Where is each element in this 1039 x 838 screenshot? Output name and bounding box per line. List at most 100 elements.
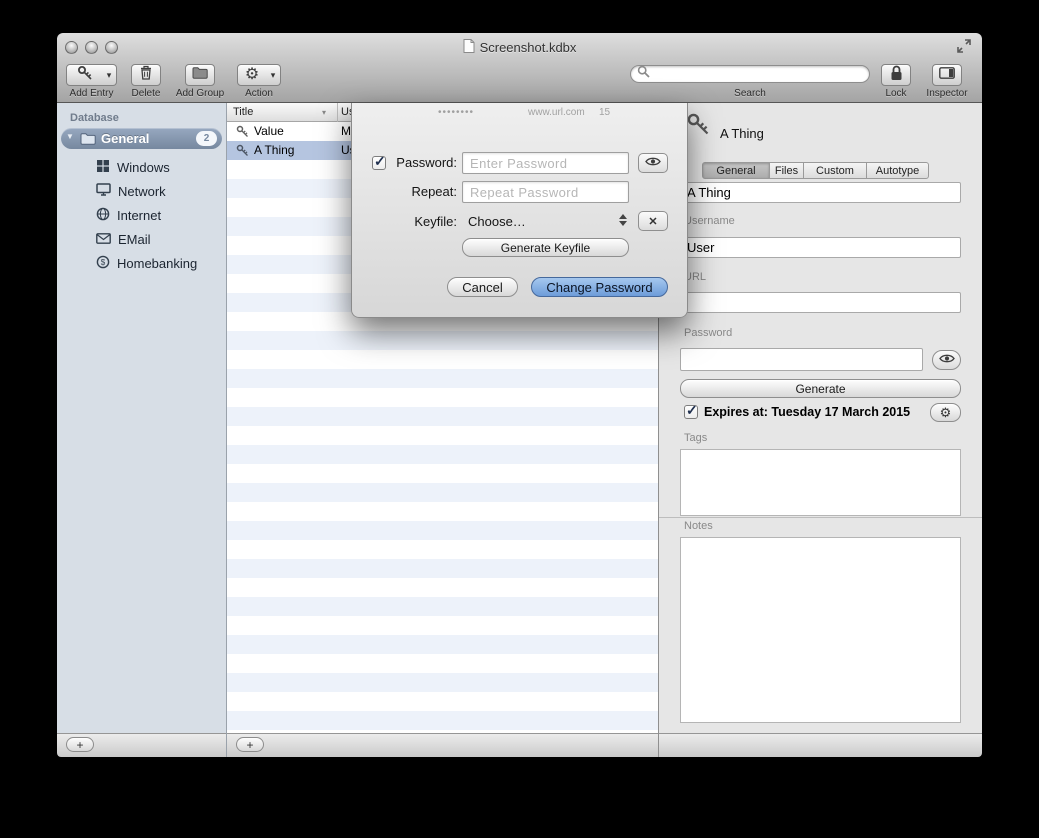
sidebar-item-homebanking[interactable]: $ Homebanking — [96, 251, 224, 275]
window-title-row: Screenshot.kdbx — [57, 39, 982, 55]
sidebar-divider[interactable] — [226, 103, 227, 757]
fullscreen-icon[interactable] — [957, 39, 971, 58]
tab-general[interactable]: General — [702, 162, 770, 179]
add-entry-button[interactable] — [66, 64, 103, 86]
generate-keyfile-button[interactable]: Generate Keyfile — [462, 238, 629, 257]
sidebar-item-internet[interactable]: Internet — [96, 203, 224, 227]
add-group-button[interactable] — [185, 64, 215, 86]
check-icon: ✓ — [686, 402, 698, 419]
sidebar-item-label: Homebanking — [117, 256, 197, 271]
action-button[interactable]: ⚙ — [237, 64, 267, 86]
sheet-password-label: Password: — [381, 152, 457, 174]
chevron-down-icon: ▾ — [271, 71, 276, 80]
homebanking-icon: $ — [96, 255, 110, 272]
notes-label: Notes — [684, 520, 713, 532]
entry-title: A Thing — [254, 141, 294, 160]
sort-indicator-icon: ▾ — [322, 103, 326, 122]
disclosure-triangle-icon[interactable]: ▼ — [66, 132, 74, 141]
bottom-bar — [57, 733, 982, 757]
window-title: Screenshot.kdbx — [480, 40, 577, 55]
key-icon — [77, 65, 93, 86]
clear-keyfile-button[interactable]: ✕ — [638, 211, 668, 231]
keyfile-popup[interactable]: Choose… — [468, 211, 526, 233]
search-icon — [637, 65, 650, 83]
column-header-title[interactable]: Title — [233, 103, 253, 122]
lock-label: Lock — [876, 88, 916, 99]
sidebar-item-label: Network — [118, 184, 166, 199]
add-group-label: Add Group — [172, 88, 228, 99]
tab-files[interactable]: Files — [769, 162, 804, 179]
generate-password-button[interactable]: Generate — [680, 379, 961, 398]
add-entry-footer-button[interactable]: + — [236, 737, 264, 752]
expires-checkbox[interactable]: ✓ — [684, 405, 698, 419]
trash-icon — [139, 65, 153, 85]
reveal-password-button[interactable] — [932, 350, 961, 370]
url-field[interactable] — [680, 292, 961, 313]
sheet-keyfile-label: Keyfile: — [381, 211, 457, 233]
reveal-new-password-button[interactable] — [638, 153, 668, 173]
document-icon — [463, 39, 475, 56]
popup-stepper-icon[interactable] — [619, 214, 627, 226]
sidebar-item-label: Internet — [117, 208, 161, 223]
cancel-button[interactable]: Cancel — [447, 277, 518, 297]
inspector-toggle-button[interactable] — [932, 64, 962, 86]
padlock-icon — [890, 65, 903, 86]
eye-icon — [939, 351, 955, 369]
sidebar-item-label: EMail — [118, 232, 151, 247]
column-divider[interactable] — [337, 103, 338, 122]
folder-icon — [192, 66, 208, 84]
inspector-tabs: General Files Custom Autotype — [703, 162, 929, 179]
change-password-sheet: •••••••• www.url.com 15 ✓ Password: Repe… — [351, 103, 688, 318]
tab-custom[interactable]: Custom — [803, 162, 867, 179]
delete-button[interactable] — [131, 64, 161, 86]
sidebar-item-email[interactable]: EMail — [96, 227, 224, 251]
password-label: Password — [684, 327, 732, 339]
new-password-input[interactable] — [462, 152, 629, 174]
gear-icon: ⚙ — [245, 67, 259, 83]
sheet-repeat-label: Repeat: — [381, 181, 457, 203]
expires-label: Expires at: Tuesday 17 March 2015 — [704, 405, 910, 419]
lock-button[interactable] — [881, 64, 911, 86]
delete-label: Delete — [124, 88, 168, 99]
search-label: Search — [720, 88, 780, 99]
svg-text:$: $ — [101, 258, 106, 267]
tags-label: Tags — [684, 432, 707, 444]
windows-icon — [96, 159, 110, 176]
username-field[interactable] — [680, 237, 961, 258]
entry-count-badge: 2 — [196, 131, 217, 146]
envelope-icon — [96, 232, 111, 247]
add-entry-label: Add Entry — [66, 88, 117, 99]
ghost-modified: 15 — [599, 106, 610, 120]
notes-field[interactable] — [680, 537, 961, 723]
ghost-url: www.url.com — [528, 106, 585, 120]
inspector-entry-title: A Thing — [720, 126, 764, 141]
folder-icon — [80, 132, 96, 150]
entry-key-icon — [686, 112, 710, 141]
sidebar-item-network[interactable]: Network — [96, 179, 224, 203]
search-field[interactable] — [630, 65, 870, 83]
inspector-panel-icon — [939, 66, 955, 84]
tags-field[interactable] — [680, 449, 961, 516]
inspector-label: Inspector — [922, 88, 972, 99]
password-field[interactable] — [680, 348, 923, 371]
title-field[interactable] — [680, 182, 961, 203]
action-menu-button[interactable]: ▾ — [266, 64, 281, 86]
network-icon — [96, 183, 111, 199]
add-entry-menu-button[interactable]: ▾ — [102, 64, 117, 86]
eye-icon — [645, 154, 661, 172]
sidebar-item-label: Windows — [117, 160, 170, 175]
username-label: Username — [684, 215, 735, 227]
sidebar-item-windows[interactable]: Windows — [96, 155, 224, 179]
action-label: Action — [237, 88, 281, 99]
close-icon: ✕ — [648, 215, 657, 228]
add-group-footer-button[interactable]: + — [66, 737, 94, 752]
internet-globe-icon — [96, 207, 110, 224]
ghost-password-dots: •••••••• — [438, 106, 474, 120]
gear-icon: ⚙ — [940, 406, 952, 419]
repeat-password-input[interactable] — [462, 181, 629, 203]
change-password-button[interactable]: Change Password — [531, 277, 668, 297]
search-input[interactable] — [654, 67, 863, 81]
expires-options-button[interactable]: ⚙ — [930, 403, 961, 422]
chevron-down-icon: ▾ — [107, 71, 112, 80]
tab-autotype[interactable]: Autotype — [866, 162, 929, 179]
